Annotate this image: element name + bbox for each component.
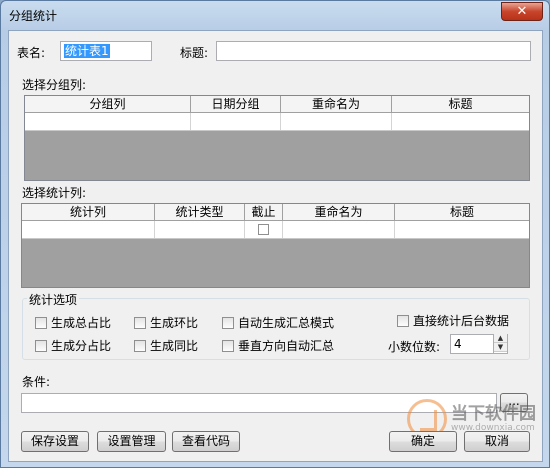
decimal-places-label: 小数位数: <box>388 340 441 354</box>
stat-type-col-header[interactable]: 统计类型 <box>155 204 245 220</box>
total-ratio-checkbox[interactable] <box>35 316 47 329</box>
title-col-header[interactable]: 标题 <box>392 96 529 112</box>
group-columns-label: 选择分组列: <box>22 78 87 92</box>
table-name-input[interactable]: 统计表1 <box>60 41 152 61</box>
title-bar[interactable]: 分组统计 ✕ <box>1 1 549 29</box>
direct-backend-option[interactable]: 直接统计后台数据 <box>397 312 509 329</box>
cancel-button[interactable]: 取消 <box>464 431 530 452</box>
vertical-auto-summary-checkbox[interactable] <box>222 339 234 352</box>
group-ratio-label: 生成分占比 <box>51 339 112 353</box>
group-ratio-checkbox[interactable] <box>35 339 47 352</box>
yoy-ratio-checkbox[interactable] <box>134 339 146 352</box>
dialog-client-area: 表名: 统计表1 标题: 选择分组列: 分组列 日期分组 重命名为 标题 选择统… <box>8 30 543 462</box>
title-label: 标题: <box>180 46 209 60</box>
close-button[interactable]: ✕ <box>501 2 543 21</box>
table-name-value: 统计表1 <box>64 44 110 58</box>
ring-ratio-option[interactable]: 生成环比 <box>134 314 198 331</box>
auto-summary-mode-label: 自动生成汇总模式 <box>238 316 335 330</box>
ring-ratio-label: 生成环比 <box>150 316 199 330</box>
rename-col-header[interactable]: 重命名为 <box>283 204 395 220</box>
stat-col-cell[interactable] <box>22 221 155 238</box>
spin-down-icon[interactable]: ▼ <box>494 343 507 352</box>
auto-summary-mode-option[interactable]: 自动生成汇总模式 <box>222 314 334 331</box>
stat-col-header[interactable]: 统计列 <box>22 204 155 220</box>
decimal-spin-buttons[interactable]: ▲ ▼ <box>493 334 507 354</box>
rename-col-header[interactable]: 重命名为 <box>281 96 392 112</box>
table-name-label: 表名: <box>17 46 46 60</box>
table-row[interactable] <box>25 113 529 131</box>
options-group-label: 统计选项 <box>27 291 80 308</box>
stat-grid-header: 统计列 统计类型 截止 重命名为 标题 <box>22 204 529 221</box>
title-col-header[interactable]: 标题 <box>395 204 529 220</box>
direct-backend-checkbox[interactable] <box>397 314 409 327</box>
stat-columns-label: 选择统计列: <box>22 186 87 200</box>
save-settings-button[interactable]: 保存设置 <box>21 431 89 452</box>
group-columns-grid[interactable]: 分组列 日期分组 重命名为 标题 <box>24 95 530 181</box>
condition-label: 条件: <box>22 375 51 389</box>
ring-ratio-checkbox[interactable] <box>134 316 146 329</box>
stat-columns-grid[interactable]: 统计列 统计类型 截止 重命名为 标题 <box>21 203 530 288</box>
group-col-cell[interactable] <box>25 113 191 130</box>
total-ratio-label: 生成总占比 <box>51 316 112 330</box>
title-input[interactable] <box>216 41 531 61</box>
title-cell[interactable] <box>392 113 529 130</box>
rename-cell[interactable] <box>281 113 392 130</box>
watermark-brand: 当下软件园 <box>451 404 536 424</box>
auto-summary-mode-checkbox[interactable] <box>222 316 234 329</box>
vertical-auto-summary-option[interactable]: 垂直方向自动汇总 <box>222 337 334 354</box>
cutoff-cell <box>245 221 283 238</box>
date-group-col-header[interactable]: 日期分组 <box>191 96 281 112</box>
vertical-auto-summary-label: 垂直方向自动汇总 <box>238 339 335 353</box>
rename-cell[interactable] <box>283 221 395 238</box>
yoy-ratio-option[interactable]: 生成同比 <box>134 337 198 354</box>
view-code-button[interactable]: 查看代码 <box>172 431 240 452</box>
ok-button[interactable]: 确定 <box>389 431 457 452</box>
manage-settings-button[interactable]: 设置管理 <box>97 431 166 452</box>
stat-type-cell[interactable] <box>155 221 245 238</box>
group-grid-header: 分组列 日期分组 重命名为 标题 <box>25 96 529 113</box>
close-icon: ✕ <box>516 4 528 19</box>
group-col-header[interactable]: 分组列 <box>25 96 191 112</box>
date-group-cell[interactable] <box>191 113 281 130</box>
total-ratio-option[interactable]: 生成总占比 <box>35 314 111 331</box>
spin-up-icon[interactable]: ▲ <box>494 334 507 343</box>
yoy-ratio-label: 生成同比 <box>150 339 199 353</box>
window-title: 分组统计 <box>9 9 58 23</box>
cutoff-checkbox[interactable] <box>258 224 269 235</box>
decimal-places-value: 4 <box>454 337 462 351</box>
direct-backend-label: 直接统计后台数据 <box>413 314 510 328</box>
cutoff-col-header[interactable]: 截止 <box>245 204 283 220</box>
dialog-window: 分组统计 ✕ 表名: 统计表1 标题: 选择分组列: 分组列 日期分组 重命名为… <box>0 0 550 468</box>
table-row[interactable] <box>22 221 529 239</box>
title-cell[interactable] <box>395 221 529 238</box>
group-ratio-option[interactable]: 生成分占比 <box>35 337 111 354</box>
